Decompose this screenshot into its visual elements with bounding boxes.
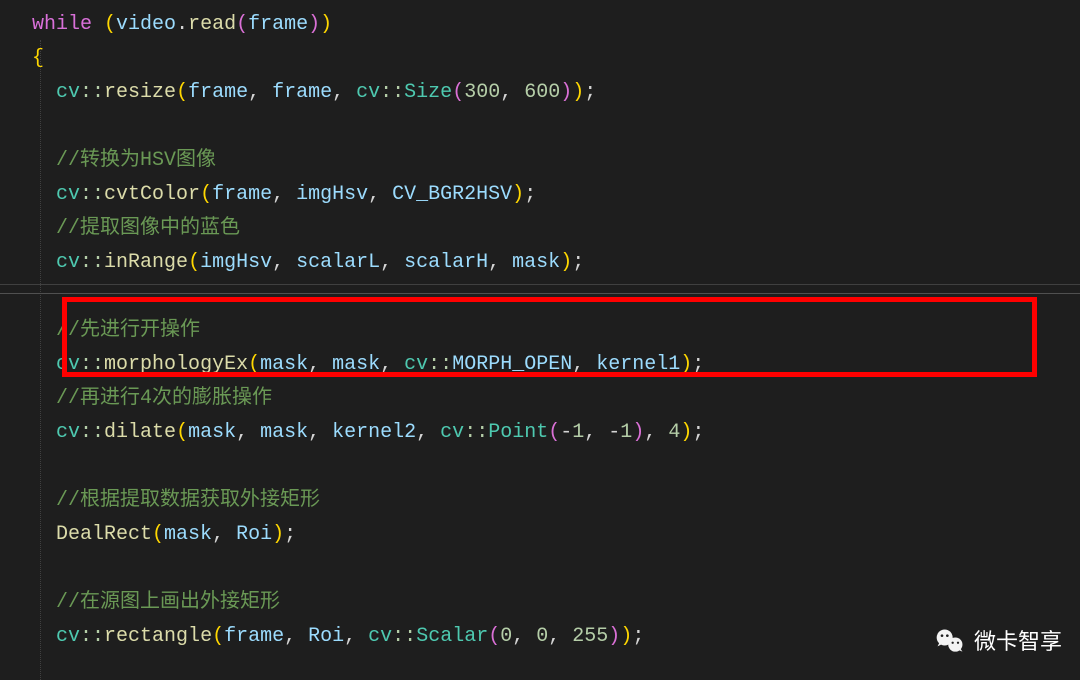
code-line: cv::dilate(mask, mask, kernel2, cv::Poin…: [8, 416, 1080, 450]
code-line: cv::inRange(imgHsv, scalarL, scalarH, ma…: [8, 246, 1080, 280]
code-line: while (video.read(frame)): [8, 8, 1080, 42]
code-line: //再进行4次的膨胀操作: [8, 382, 1080, 416]
code-line: cv::rectangle(frame, Roi, cv::Scalar(0, …: [8, 620, 1080, 654]
wechat-icon: [934, 625, 966, 657]
code-line: cv::cvtColor(frame, imgHsv, CV_BGR2HSV);: [8, 178, 1080, 212]
code-line: [8, 110, 1080, 144]
code-line: [8, 450, 1080, 484]
code-editor: while (video.read(frame)) { cv::resize(f…: [0, 0, 1080, 654]
comment: //根据提取数据获取外接矩形: [56, 489, 320, 512]
comment: //先进行开操作: [56, 319, 200, 342]
indent-guide: [40, 40, 41, 680]
code-line: {: [8, 42, 1080, 76]
comment: //再进行4次的膨胀操作: [56, 387, 272, 410]
code-line: //根据提取数据获取外接矩形: [8, 484, 1080, 518]
code-line: //提取图像中的蓝色: [8, 212, 1080, 246]
watermark-text: 微卡智享: [974, 623, 1062, 660]
code-line: cv::resize(frame, frame, cv::Size(300, 6…: [8, 76, 1080, 110]
code-line: DealRect(mask, Roi);: [8, 518, 1080, 552]
code-line: cv::morphologyEx(mask, mask, cv::MORPH_O…: [8, 348, 1080, 382]
code-line: //在源图上画出外接矩形: [8, 586, 1080, 620]
code-line: [8, 552, 1080, 586]
code-line: //先进行开操作: [8, 314, 1080, 348]
code-line: //转换为HSV图像: [8, 144, 1080, 178]
comment: //提取图像中的蓝色: [56, 217, 240, 240]
comment: //转换为HSV图像: [56, 149, 216, 172]
comment: //在源图上画出外接矩形: [56, 591, 280, 614]
wechat-watermark: 微卡智享: [934, 623, 1062, 660]
code-line: [8, 280, 1080, 314]
